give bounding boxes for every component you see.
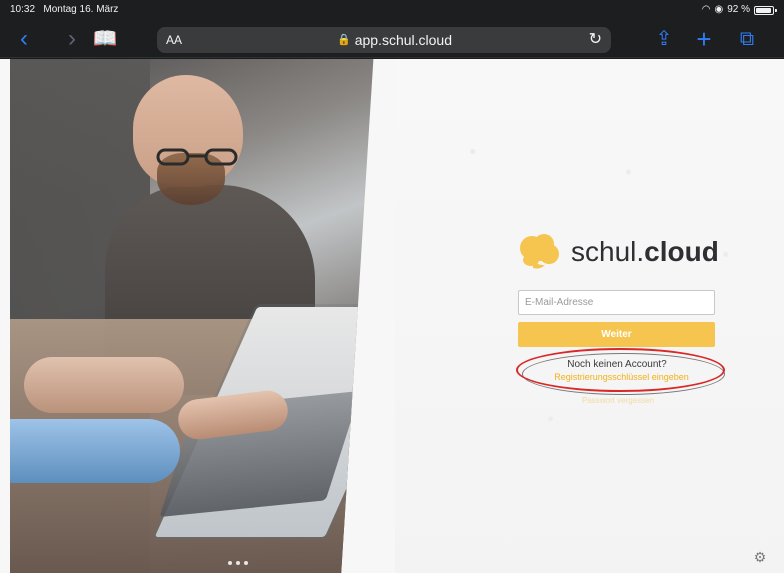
wifi-icon: ◠ — [701, 4, 711, 15]
chevron-right-icon[interactable]: › — [60, 20, 84, 58]
text-size-button[interactable]: AA — [166, 31, 182, 49]
email-field[interactable] — [518, 290, 715, 315]
page-dots — [228, 561, 248, 565]
brand-name: schul.cloud — [571, 236, 719, 268]
glasses-icon — [156, 148, 238, 166]
schul-cloud-logo: schul.cloud — [516, 229, 721, 275]
battery-tip — [775, 9, 777, 12]
brand-name-bold: cloud — [644, 236, 719, 267]
status-indicators: ◠ ◉ 92 % — [701, 0, 777, 20]
next-button[interactable]: Weiter — [518, 322, 715, 347]
signal-icon: ◉ — [714, 4, 724, 15]
plus-icon[interactable]: + — [694, 20, 714, 58]
left-hand — [24, 357, 184, 413]
battery-percentage: 92 % — [727, 4, 750, 15]
no-account-text: Noch keinen Account? — [567, 359, 667, 370]
url-text: app.schul.cloud — [354, 32, 452, 48]
page-dot — [244, 561, 248, 565]
register-key-link[interactable]: Registrierungsschlüssel eingeben — [547, 371, 696, 383]
page-dot — [236, 561, 240, 565]
status-time-date: 10:32 Montag 16. März — [10, 0, 118, 20]
page-content: schul.cloud Weiter Noch keinen Account? … — [0, 59, 784, 573]
brand-name-regular: schul. — [571, 236, 645, 267]
lock-icon: 🔒 — [337, 34, 351, 46]
blue-sleeve — [10, 419, 180, 483]
reload-icon[interactable]: ↻ — [589, 29, 602, 51]
cloud-icon — [520, 234, 559, 269]
address-bar[interactable]: AA 🔒 app.schul.cloud ↻ — [157, 27, 611, 53]
battery-icon — [754, 6, 777, 15]
gear-icon[interactable]: ⚙ — [752, 549, 768, 565]
tabs-icon[interactable]: ⧉ — [736, 20, 758, 58]
url-display[interactable]: 🔒 app.schul.cloud — [337, 31, 452, 49]
browser-toolbar: ‹ › 📖 AA 🔒 app.schul.cloud ↻ ⇪ + ⧉ — [0, 20, 784, 58]
share-icon[interactable]: ⇪ — [653, 20, 675, 58]
status-bar: 10:32 Montag 16. März ◠ ◉ 92 % — [0, 0, 784, 20]
ipad-screen: 10:32 Montag 16. März ◠ ◉ 92 % ‹ › 📖 AA … — [0, 0, 784, 573]
book-icon[interactable]: 📖 — [93, 20, 118, 58]
doodle-background — [395, 59, 784, 573]
page-dot — [228, 561, 232, 565]
forgot-password-link[interactable]: Passwort vergessen — [572, 396, 664, 406]
status-time: 10:32 — [10, 4, 36, 15]
chevron-left-icon[interactable]: ‹ — [12, 20, 36, 58]
battery-fill — [756, 8, 771, 13]
status-date: Montag 16. März — [43, 4, 119, 15]
